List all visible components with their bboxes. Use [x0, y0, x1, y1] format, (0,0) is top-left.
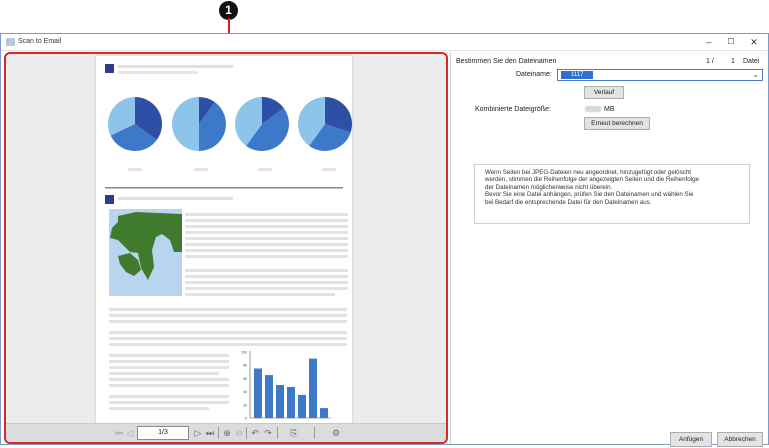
page-text-line: [109, 337, 347, 340]
size-unit: MB: [604, 106, 615, 113]
scanner-app-icon: [6, 38, 15, 46]
separator: [314, 427, 315, 439]
separator: [218, 427, 219, 439]
chevron-down-icon[interactable]: ⌄: [752, 70, 759, 80]
chart-tick-label: 20: [243, 403, 247, 407]
page-text-line: [185, 275, 348, 278]
page-text-line: [185, 219, 348, 222]
page-text-line: [185, 287, 348, 290]
page-text-line: [109, 331, 347, 334]
page-text-line: [109, 378, 229, 381]
page-text-line: [109, 407, 209, 410]
page-text-line: [109, 384, 229, 387]
info-message-box: Wenn Seiten bei JPEG-Dateien neu angeord…: [474, 164, 750, 224]
page-text-line: [185, 225, 348, 228]
cancel-button[interactable]: Abbrechen: [717, 432, 763, 447]
chart-tick-label: 60: [243, 377, 247, 381]
settings-icon[interactable]: ⚙: [330, 427, 342, 439]
recalculate-button[interactable]: Erneut berechnen: [584, 117, 650, 130]
window-title: Scan to Email: [18, 38, 62, 45]
rotate-left-icon[interactable]: ↶: [249, 427, 261, 439]
attach-button[interactable]: Anfügen: [670, 432, 712, 447]
chart-tick-label: 40: [243, 390, 247, 394]
minimize-button[interactable]: –: [698, 35, 720, 49]
filename-combobox[interactable]: 1117 ⌄: [557, 69, 763, 81]
page-text-line: [185, 281, 348, 284]
filename-panel: Bestimmen Sie den Dateinamen 1 / 1 Datei…: [450, 52, 768, 447]
page-text-line: [185, 213, 348, 216]
info-line: werden, stimmen die Reihenfolge der ange…: [485, 176, 699, 184]
file-counter-current: 1 /: [706, 58, 714, 65]
page-text-line: [109, 401, 229, 404]
scan-to-email-window: Scan to Email – ☐ ✕ 100 80 60 40 20 0 ⏮ …: [0, 33, 769, 447]
page-text-line: [109, 320, 347, 323]
delete-page-icon[interactable]: ⎘: [288, 427, 300, 439]
maximize-button[interactable]: ☐: [720, 35, 742, 49]
file-size-value: [585, 106, 601, 112]
panel-heading: Bestimmen Sie den Dateinamen: [456, 58, 557, 65]
page-text-line: [109, 314, 347, 317]
separator: [246, 427, 247, 439]
info-line: Bevor Sie eine Datei anhängen, prüfen Si…: [485, 191, 694, 199]
page-text-line: [109, 395, 229, 398]
info-line: bei Bedarf die entsprechende Datei für d…: [485, 198, 652, 206]
page-text-line: [185, 255, 348, 258]
page-text-line: [185, 249, 348, 252]
scanned-page-content: 100 80 60 40 20 0: [105, 64, 352, 421]
chart-bar: [309, 358, 317, 418]
chart-tick-label: 80: [243, 364, 247, 368]
page-text-line: [185, 243, 348, 246]
scanned-page-thumbnail: 100 80 60 40 20 0: [96, 56, 352, 423]
info-line: der Dateinamen möglicherweise nicht über…: [485, 183, 613, 191]
last-page-icon[interactable]: ⏭: [204, 427, 216, 439]
next-page-icon[interactable]: ▷: [192, 427, 204, 439]
history-button[interactable]: Verlauf: [584, 86, 624, 99]
combined-size-label: Kombinierte Dateigröße:: [475, 106, 551, 113]
page-text-line: [109, 308, 347, 311]
rotate-right-icon[interactable]: ↷: [262, 427, 274, 439]
page-text-line: [185, 231, 348, 234]
close-button[interactable]: ✕: [743, 35, 765, 49]
zoom-out-icon[interactable]: ⊖: [233, 427, 245, 439]
chart-bar: [287, 386, 295, 418]
page-text-line: [185, 293, 335, 296]
chart-bar: [276, 385, 284, 418]
page-text-line: [185, 269, 348, 272]
file-counter-unit: Datei: [743, 58, 760, 65]
filename-value: 1117: [561, 71, 594, 79]
pie-slice: [172, 97, 199, 151]
page-text-line: [109, 360, 229, 363]
chart-bar: [298, 394, 306, 418]
page-number-input[interactable]: 1/3: [137, 426, 189, 440]
page-text-line: [109, 372, 219, 375]
chart-tick-label: 0: [245, 417, 247, 421]
title-bar: Scan to Email – ☐ ✕: [1, 34, 768, 51]
chart-bar: [254, 368, 262, 418]
page-text-line: [109, 343, 347, 346]
page-text-line: [109, 366, 229, 369]
zoom-in-icon[interactable]: ⊕: [221, 427, 233, 439]
file-counter-total: 1: [731, 58, 735, 65]
page-text-line: [109, 354, 229, 357]
filename-label: Dateiname:: [516, 71, 552, 78]
chart-bar: [320, 408, 328, 418]
separator: [277, 427, 278, 439]
info-line: Wenn Seiten bei JPEG-Dateien neu angeord…: [485, 169, 691, 176]
page-navigation-bar: ⏮ ◁ 1/3 ▷ ⏭ ⊕ ⊖ ↶ ↷ ⎘ ⚙: [6, 423, 446, 442]
page-text-line: [185, 237, 348, 240]
page-preview-area: 100 80 60 40 20 0 ⏮ ◁ 1/3 ▷ ⏭ ⊕ ⊖ ↶ ↷ ⎘ ⚙: [4, 52, 448, 444]
chart-tick-label: 100: [241, 351, 247, 355]
chart-bar: [265, 375, 273, 418]
previous-page-icon[interactable]: ◁: [124, 427, 136, 439]
